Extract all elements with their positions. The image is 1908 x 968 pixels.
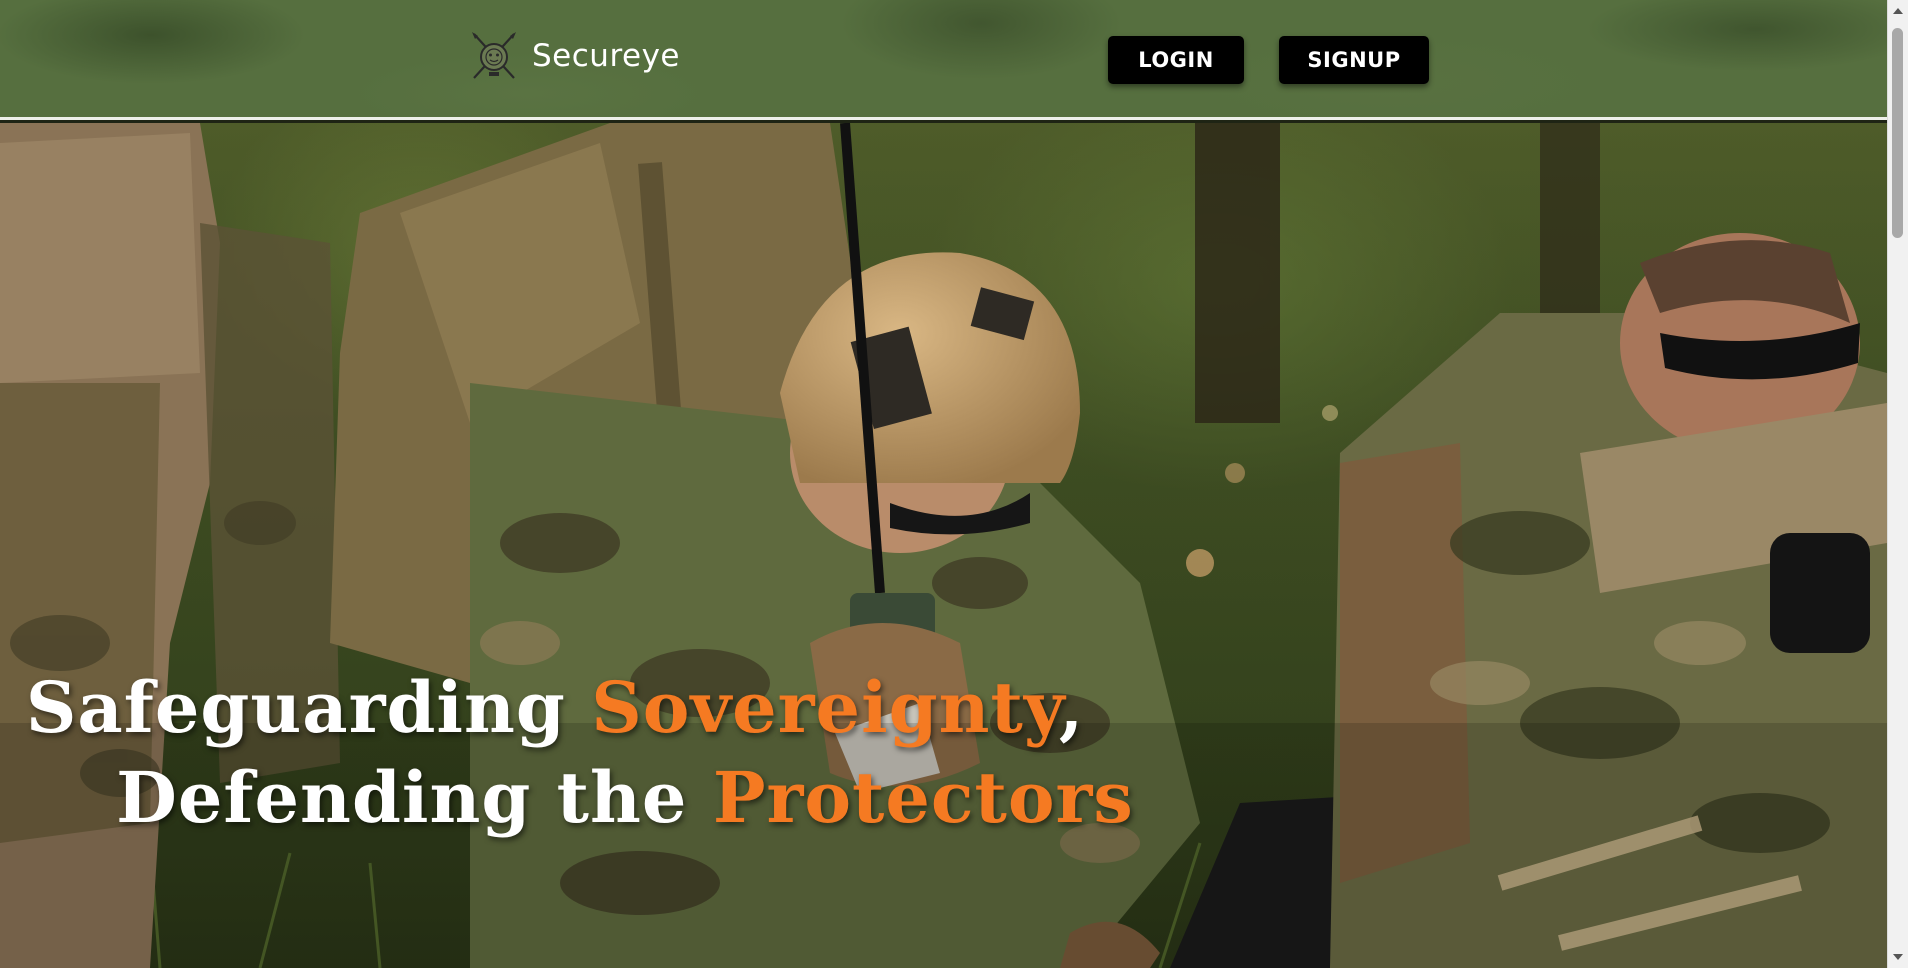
page-viewport: Secureye LOGIN SIGNUP Safeguarding Sover… <box>0 0 1887 968</box>
crossed-swords-shield-icon <box>472 32 516 79</box>
hero-line-1-text: Safeguarding <box>25 666 592 749</box>
hero-line-1: Safeguarding Sovereignty, <box>0 663 1250 753</box>
brand-name: Secureye <box>532 38 680 74</box>
login-button[interactable]: LOGIN <box>1108 36 1244 84</box>
top-navbar: Secureye LOGIN SIGNUP <box>0 0 1887 120</box>
hero-line-2-text: Defending the <box>116 756 713 839</box>
scroll-up-icon[interactable] <box>1893 8 1903 14</box>
scroll-down-icon[interactable] <box>1893 954 1903 960</box>
scroll-thumb[interactable] <box>1892 28 1903 238</box>
hero-section: Safeguarding Sovereignty, Defending the … <box>0 123 1887 968</box>
signup-button[interactable]: SIGNUP <box>1279 36 1429 84</box>
hero-line-1-comma: , <box>1058 666 1085 749</box>
hero-accent-sovereignty: Sovereignty <box>591 666 1059 749</box>
hero-accent-protectors: Protectors <box>712 756 1134 839</box>
hero-headline: Safeguarding Sovereignty, Defending the … <box>0 663 1250 843</box>
hero-line-2: Defending the Protectors <box>0 753 1250 843</box>
page-scrollbar[interactable] <box>1887 0 1908 968</box>
brand[interactable]: Secureye <box>468 30 680 82</box>
